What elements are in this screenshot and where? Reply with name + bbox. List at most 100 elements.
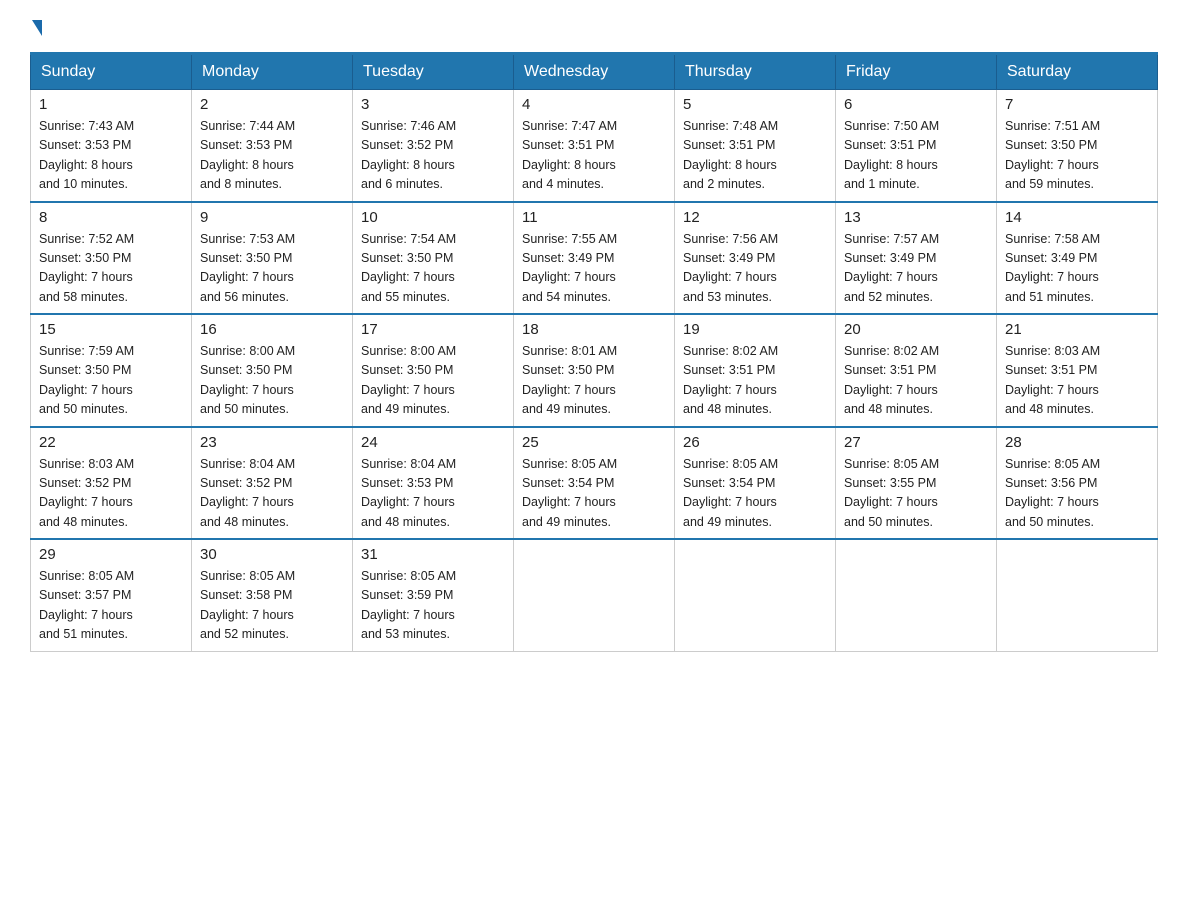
weekday-header-saturday: Saturday (997, 54, 1158, 90)
week-row-1: 1 Sunrise: 7:43 AMSunset: 3:53 PMDaylight… (31, 90, 1158, 202)
day-info: Sunrise: 8:05 AMSunset: 3:58 PMDaylight:… (200, 567, 344, 645)
calendar-cell: 15Sunrise: 7:59 AMSunset: 3:50 PMDayligh… (31, 314, 192, 427)
calendar-cell: 19 Sunrise: 8:02 AMSunset: 3:51 PMDayligh… (675, 314, 836, 427)
day-info: Sunrise: 8:04 AMSunset: 3:53 PMDaylight:… (361, 455, 505, 533)
week-row-3: 15Sunrise: 7:59 AMSunset: 3:50 PMDayligh… (31, 314, 1158, 427)
day-number: 19 (683, 321, 827, 338)
day-info: Sunrise: 8:05 AMSunset: 3:55 PMDaylight:… (844, 455, 988, 533)
calendar-cell: 1 Sunrise: 7:43 AMSunset: 3:53 PMDaylight… (31, 90, 192, 202)
day-number: 1 (39, 96, 183, 113)
calendar-cell: 13 Sunrise: 7:57 AMSunset: 3:49 PMDayligh… (836, 202, 997, 315)
weekday-header-tuesday: Tuesday (353, 54, 514, 90)
calendar-cell: 3Sunrise: 7:46 AMSunset: 3:52 PMDaylight… (353, 90, 514, 202)
day-number: 15 (39, 321, 183, 338)
day-info: Sunrise: 8:00 AMSunset: 3:50 PMDaylight:… (361, 342, 505, 420)
day-info: Sunrise: 7:54 AMSunset: 3:50 PMDaylight:… (361, 230, 505, 308)
day-number: 7 (1005, 96, 1149, 113)
day-number: 26 (683, 434, 827, 451)
calendar-cell: 2 Sunrise: 7:44 AMSunset: 3:53 PMDaylight… (192, 90, 353, 202)
day-number: 28 (1005, 434, 1149, 451)
calendar-cell: 26 Sunrise: 8:05 AMSunset: 3:54 PMDayligh… (675, 427, 836, 540)
calendar-cell: 22Sunrise: 8:03 AMSunset: 3:52 PMDayligh… (31, 427, 192, 540)
day-number: 5 (683, 96, 827, 113)
day-number: 22 (39, 434, 183, 451)
calendar-cell: 11 Sunrise: 7:55 AMSunset: 3:49 PMDayligh… (514, 202, 675, 315)
day-info: Sunrise: 7:57 AMSunset: 3:49 PMDaylight:… (844, 230, 988, 308)
day-info: Sunrise: 7:58 AMSunset: 3:49 PMDaylight:… (1005, 230, 1149, 308)
calendar-cell (675, 539, 836, 651)
day-number: 2 (200, 96, 344, 113)
calendar-cell: 23 Sunrise: 8:04 AMSunset: 3:52 PMDayligh… (192, 427, 353, 540)
calendar-cell: 17 Sunrise: 8:00 AMSunset: 3:50 PMDayligh… (353, 314, 514, 427)
day-info: Sunrise: 7:53 AMSunset: 3:50 PMDaylight:… (200, 230, 344, 308)
calendar-cell: 9 Sunrise: 7:53 AMSunset: 3:50 PMDaylight… (192, 202, 353, 315)
day-number: 24 (361, 434, 505, 451)
calendar-table: SundayMondayTuesdayWednesdayThursdayFrid… (30, 52, 1158, 652)
day-info: Sunrise: 8:02 AMSunset: 3:51 PMDaylight:… (683, 342, 827, 420)
logo (30, 20, 42, 36)
day-number: 4 (522, 96, 666, 113)
weekday-header-wednesday: Wednesday (514, 54, 675, 90)
day-number: 25 (522, 434, 666, 451)
day-number: 13 (844, 209, 988, 226)
calendar-cell (514, 539, 675, 651)
day-info: Sunrise: 7:56 AMSunset: 3:49 PMDaylight:… (683, 230, 827, 308)
day-info: Sunrise: 8:05 AMSunset: 3:56 PMDaylight:… (1005, 455, 1149, 533)
calendar-cell (997, 539, 1158, 651)
page-header (30, 20, 1158, 36)
calendar-cell: 14 Sunrise: 7:58 AMSunset: 3:49 PMDayligh… (997, 202, 1158, 315)
weekday-header-thursday: Thursday (675, 54, 836, 90)
calendar-cell (836, 539, 997, 651)
day-info: Sunrise: 8:05 AMSunset: 3:54 PMDaylight:… (522, 455, 666, 533)
day-info: Sunrise: 7:44 AMSunset: 3:53 PMDaylight:… (200, 117, 344, 195)
day-number: 10 (361, 209, 505, 226)
day-number: 16 (200, 321, 344, 338)
calendar-cell: 20Sunrise: 8:02 AMSunset: 3:51 PMDayligh… (836, 314, 997, 427)
weekday-header-monday: Monday (192, 54, 353, 90)
calendar-cell: 16 Sunrise: 8:00 AMSunset: 3:50 PMDayligh… (192, 314, 353, 427)
day-number: 20 (844, 321, 988, 338)
day-info: Sunrise: 7:43 AMSunset: 3:53 PMDaylight:… (39, 117, 183, 195)
day-number: 23 (200, 434, 344, 451)
week-row-4: 22Sunrise: 8:03 AMSunset: 3:52 PMDayligh… (31, 427, 1158, 540)
day-info: Sunrise: 8:05 AMSunset: 3:59 PMDaylight:… (361, 567, 505, 645)
calendar-cell: 24 Sunrise: 8:04 AMSunset: 3:53 PMDayligh… (353, 427, 514, 540)
calendar-cell: 7 Sunrise: 7:51 AMSunset: 3:50 PMDaylight… (997, 90, 1158, 202)
day-number: 14 (1005, 209, 1149, 226)
day-info: Sunrise: 8:05 AMSunset: 3:54 PMDaylight:… (683, 455, 827, 533)
day-info: Sunrise: 7:52 AMSunset: 3:50 PMDaylight:… (39, 230, 183, 308)
day-info: Sunrise: 7:55 AMSunset: 3:49 PMDaylight:… (522, 230, 666, 308)
day-info: Sunrise: 7:50 AMSunset: 3:51 PMDaylight:… (844, 117, 988, 195)
calendar-cell: 31Sunrise: 8:05 AMSunset: 3:59 PMDayligh… (353, 539, 514, 651)
day-number: 9 (200, 209, 344, 226)
day-info: Sunrise: 8:03 AMSunset: 3:51 PMDaylight:… (1005, 342, 1149, 420)
day-number: 30 (200, 546, 344, 563)
calendar-cell: 28 Sunrise: 8:05 AMSunset: 3:56 PMDayligh… (997, 427, 1158, 540)
day-number: 11 (522, 209, 666, 226)
day-number: 21 (1005, 321, 1149, 338)
day-number: 6 (844, 96, 988, 113)
day-info: Sunrise: 7:51 AMSunset: 3:50 PMDaylight:… (1005, 117, 1149, 195)
day-number: 3 (361, 96, 505, 113)
day-number: 29 (39, 546, 183, 563)
calendar-cell: 4 Sunrise: 7:47 AMSunset: 3:51 PMDaylight… (514, 90, 675, 202)
day-info: Sunrise: 7:47 AMSunset: 3:51 PMDaylight:… (522, 117, 666, 195)
day-info: Sunrise: 8:00 AMSunset: 3:50 PMDaylight:… (200, 342, 344, 420)
weekday-header-row: SundayMondayTuesdayWednesdayThursdayFrid… (31, 54, 1158, 90)
weekday-header-sunday: Sunday (31, 54, 192, 90)
day-info: Sunrise: 7:48 AMSunset: 3:51 PMDaylight:… (683, 117, 827, 195)
day-info: Sunrise: 8:04 AMSunset: 3:52 PMDaylight:… (200, 455, 344, 533)
calendar-cell: 10 Sunrise: 7:54 AMSunset: 3:50 PMDayligh… (353, 202, 514, 315)
day-number: 18 (522, 321, 666, 338)
calendar-cell: 30 Sunrise: 8:05 AMSunset: 3:58 PMDayligh… (192, 539, 353, 651)
calendar-cell: 5 Sunrise: 7:48 AMSunset: 3:51 PMDaylight… (675, 90, 836, 202)
calendar-cell: 21 Sunrise: 8:03 AMSunset: 3:51 PMDayligh… (997, 314, 1158, 427)
logo-triangle-icon (32, 20, 42, 36)
calendar-cell: 8 Sunrise: 7:52 AMSunset: 3:50 PMDaylight… (31, 202, 192, 315)
calendar-cell: 25 Sunrise: 8:05 AMSunset: 3:54 PMDayligh… (514, 427, 675, 540)
calendar-cell: 18 Sunrise: 8:01 AMSunset: 3:50 PMDayligh… (514, 314, 675, 427)
day-number: 17 (361, 321, 505, 338)
day-number: 8 (39, 209, 183, 226)
week-row-2: 8 Sunrise: 7:52 AMSunset: 3:50 PMDaylight… (31, 202, 1158, 315)
day-info: Sunrise: 8:01 AMSunset: 3:50 PMDaylight:… (522, 342, 666, 420)
